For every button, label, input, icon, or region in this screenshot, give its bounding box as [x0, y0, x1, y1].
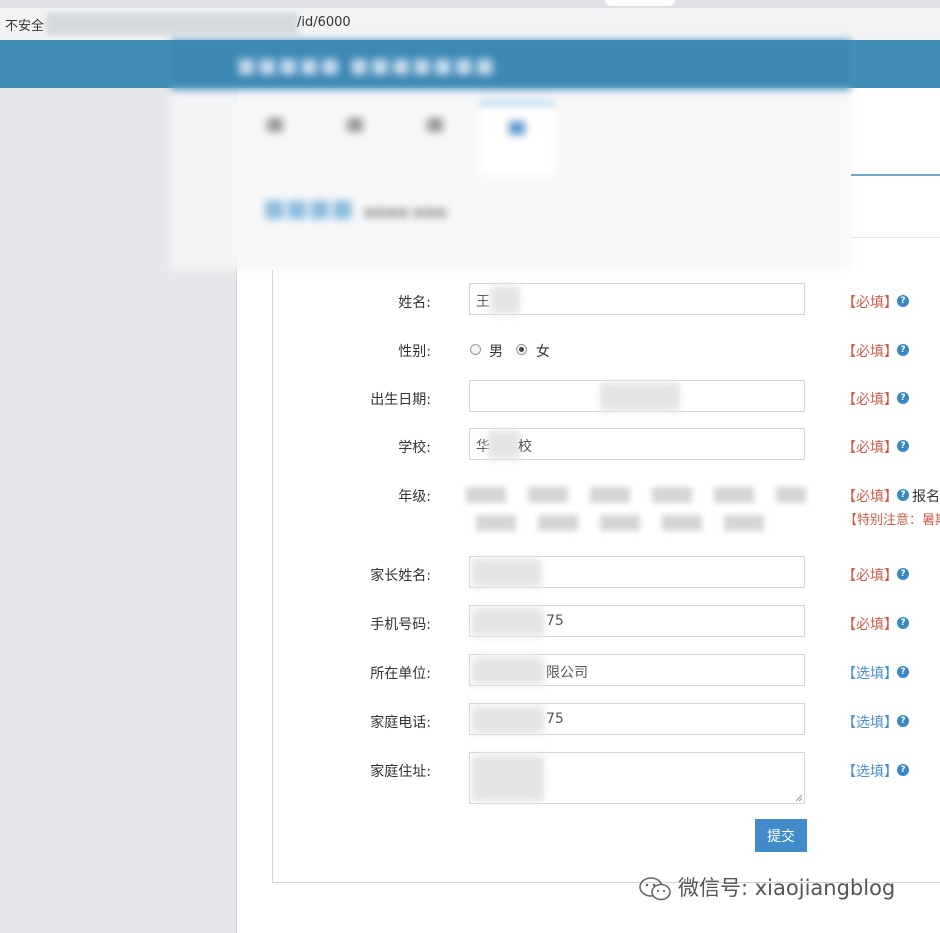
resize-handle-icon[interactable]	[795, 794, 803, 802]
divider	[851, 237, 940, 238]
address-label: 家庭住址:	[370, 764, 431, 780]
url-blurred	[46, 13, 298, 35]
special-note: 【特别注意：暑期	[844, 513, 940, 528]
redaction	[472, 608, 544, 636]
mobile-input[interactable]: 75	[469, 605, 805, 637]
redaction	[472, 755, 544, 801]
wechat-icon	[639, 877, 671, 901]
gender-female-label[interactable]: 女	[536, 341, 550, 361]
required-tag: 【必填】	[842, 392, 898, 408]
redacted-tab-3[interactable]	[397, 102, 473, 172]
home-phone-value: 75	[546, 711, 564, 727]
birthdate-input[interactable]	[469, 380, 805, 412]
gender-female-radio[interactable]	[516, 344, 527, 355]
school-label: 学校:	[398, 440, 431, 456]
address-textarea[interactable]	[469, 752, 805, 804]
home-phone-input[interactable]: 75	[469, 703, 805, 735]
required-tag: 【必填】	[842, 295, 898, 311]
redaction	[472, 706, 544, 734]
name-input[interactable]: 王	[469, 283, 805, 315]
gender-label: 性别:	[398, 344, 431, 360]
birthdate-label: 出生日期:	[370, 392, 431, 408]
help-icon[interactable]: ?	[897, 764, 909, 776]
school-value-suffix: 校	[518, 439, 532, 455]
redaction	[490, 286, 520, 314]
employer-value: 限公司	[546, 665, 588, 681]
required-tag: 【必填】	[842, 344, 898, 360]
required-tag: 【必填】	[842, 568, 898, 584]
employer-label: 所在单位:	[370, 666, 431, 682]
register-icon	[509, 121, 525, 135]
redaction	[488, 431, 520, 459]
redaction	[472, 559, 542, 587]
user-icon	[347, 118, 363, 132]
name-label: 姓名:	[398, 295, 431, 311]
help-icon[interactable]: ?	[897, 715, 909, 727]
grade-label: 年级:	[398, 489, 431, 505]
help-icon[interactable]: ?	[897, 489, 909, 501]
url-text[interactable]: /id/6000	[297, 15, 351, 30]
gender-male-label[interactable]: 男	[489, 341, 503, 361]
optional-tag: 【选填】	[842, 715, 898, 731]
redacted-header: ■■■■■ ■■■■■■■ ■■■■ ■■■■ ■■■	[171, 40, 851, 270]
browser-tab-strip	[0, 0, 940, 8]
edit-icon	[427, 118, 443, 132]
watermark: 微信号: xiaojiangblog	[638, 872, 895, 902]
help-icon[interactable]: ?	[897, 392, 909, 404]
redacted-tab-1[interactable]	[237, 102, 313, 172]
home-icon	[267, 118, 283, 132]
required-tag: 【必填】	[842, 617, 898, 633]
mobile-value: 75	[546, 613, 564, 629]
name-value: 王	[476, 294, 490, 310]
redacted-tab-2[interactable]	[317, 102, 393, 172]
grade-options-redacted-2[interactable]	[476, 515, 776, 531]
redaction	[600, 383, 680, 411]
redacted-tab-area: ■■■■ ■■■■ ■■■	[171, 90, 851, 270]
redacted-tab-4[interactable]	[479, 102, 555, 175]
employer-input[interactable]: 限公司	[469, 654, 805, 686]
submit-button[interactable]: 提交	[755, 819, 807, 852]
help-icon[interactable]: ?	[897, 295, 909, 307]
school-input[interactable]: 华 校	[469, 428, 805, 460]
optional-tag: 【选填】	[842, 764, 898, 780]
grade-extra-text: 报名	[912, 489, 940, 505]
parent-name-label: 家长姓名:	[370, 568, 431, 584]
watermark-text: 微信号: xiaojiangblog	[678, 876, 896, 900]
help-icon[interactable]: ?	[897, 617, 909, 629]
required-tag: 【必填】	[842, 440, 898, 456]
grade-options-redacted[interactable]	[466, 487, 806, 503]
browser-active-tab[interactable]	[605, 0, 675, 6]
help-icon[interactable]: ?	[897, 440, 909, 452]
redacted-page-title: ■■■■ ■■■■ ■■■	[263, 194, 447, 222]
required-tag: 【必填】	[842, 489, 898, 505]
home-phone-label: 家庭电话:	[370, 715, 431, 731]
redacted-site-title: ■■■■■ ■■■■■■■	[171, 40, 851, 90]
optional-tag: 【选填】	[842, 666, 898, 682]
security-label[interactable]: 不安全	[5, 15, 44, 34]
help-icon[interactable]: ?	[897, 666, 909, 678]
mobile-label: 手机号码:	[370, 617, 431, 633]
help-icon[interactable]: ?	[897, 344, 909, 356]
redaction	[472, 657, 544, 685]
gender-male-radio[interactable]	[470, 344, 481, 355]
parent-name-input[interactable]	[469, 556, 805, 588]
address-bar[interactable]: 不安全 /id/6000	[0, 8, 940, 40]
help-icon[interactable]: ?	[897, 568, 909, 580]
tab-underline	[851, 174, 940, 176]
